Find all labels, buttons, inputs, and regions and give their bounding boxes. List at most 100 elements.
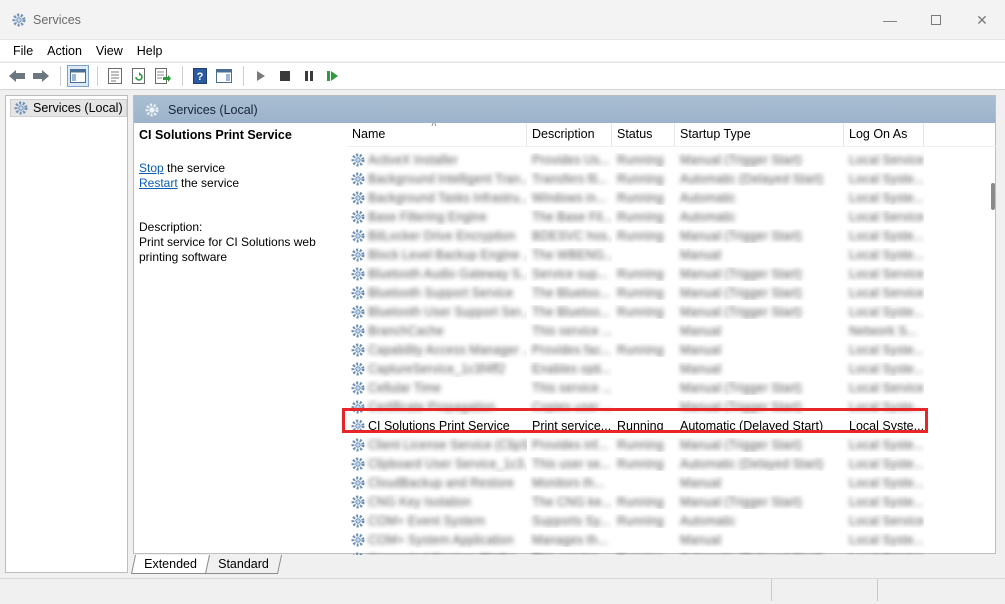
properties-button[interactable] xyxy=(104,65,126,87)
log-on-as-cell: Network S... xyxy=(849,323,918,338)
toolbar-separator xyxy=(97,66,98,86)
startup-type-cell: Manual xyxy=(680,247,721,262)
name-cell: CloudBackup and Restore xyxy=(347,475,527,491)
help-button[interactable]: ? xyxy=(189,65,211,87)
menu-file[interactable]: File xyxy=(6,44,40,58)
table-row[interactable]: Background Tasks Infrastru... Windows in.… xyxy=(347,188,997,207)
log-on-as-cell: Local Service xyxy=(849,152,924,167)
window-title: Services xyxy=(33,12,81,27)
tab-standard[interactable]: Standard xyxy=(204,555,282,574)
service-name: CloudBackup and Restore xyxy=(368,475,514,490)
table-row[interactable]: Cellular Time This service ... Manual (Tri… xyxy=(347,378,997,397)
service-gear-icon xyxy=(350,171,366,187)
name-cell: ActiveX Installer xyxy=(347,152,527,168)
table-row[interactable]: COM+ System Application Manages th... Manu… xyxy=(347,530,997,549)
restart-service-link[interactable]: Restart xyxy=(139,176,178,190)
table-row[interactable]: CloudBackup and Restore Monitors th... Man… xyxy=(347,473,997,492)
pause-service-button[interactable] xyxy=(298,65,320,87)
startup-type-cell: Automatic (Delayed Start) xyxy=(675,552,844,556)
table-row[interactable]: Bluetooth User Support Ser... The Bluetoo… xyxy=(347,302,997,321)
table-row[interactable]: Block Level Backup Engine ... The WBENG..… xyxy=(347,245,997,264)
service-name: Bluetooth Audio Gateway S... xyxy=(368,266,527,281)
minimize-button[interactable]: — xyxy=(867,0,913,40)
back-button[interactable] xyxy=(6,65,28,87)
menu-action[interactable]: Action xyxy=(40,44,89,58)
service-gear-icon xyxy=(350,285,366,301)
table-row[interactable]: CNG Key Isolation The CNG ke... Running Man… xyxy=(347,492,997,511)
startup-type-cell: Manual (Trigger Start) xyxy=(680,380,802,395)
table-row[interactable]: Base Filtering Engine The Base Fil... Runn… xyxy=(347,207,997,226)
table-row[interactable]: COM+ Event System Supports Sy... Running Au… xyxy=(347,511,997,530)
maximize-button[interactable] xyxy=(913,0,959,40)
selected-service-title: CI Solutions Print Service xyxy=(139,128,292,142)
restart-service-button[interactable] xyxy=(322,65,344,87)
tab-extended[interactable]: Extended xyxy=(130,555,210,574)
services-gear-icon xyxy=(145,103,159,116)
stop-service-link[interactable]: Stop xyxy=(139,161,164,175)
table-row[interactable]: Bluetooth Audio Gateway S... Service sup.… xyxy=(347,264,997,283)
column-startup-type[interactable]: Startup Type xyxy=(675,123,844,146)
menu-bar: File Action View Help xyxy=(0,40,1005,61)
menu-view[interactable]: View xyxy=(89,44,130,58)
table-row[interactable]: ActiveX Installer Provides Us... Running Ma… xyxy=(347,150,997,169)
forward-button[interactable] xyxy=(30,65,52,87)
table-row[interactable]: BitLocker Drive Encryption BDESVC hos... R… xyxy=(347,226,997,245)
start-service-button[interactable] xyxy=(250,65,272,87)
table-row[interactable]: BranchCache This service ... Manual Network… xyxy=(347,321,997,340)
startup-type-cell: Automatic xyxy=(680,513,736,528)
name-cell: Background Intelligent Tran... xyxy=(347,171,527,187)
toolbar-separator xyxy=(60,66,61,86)
table-row[interactable]: Background Intelligent Tran... Transfers … xyxy=(347,169,997,188)
stop-service-button[interactable] xyxy=(274,65,296,87)
status-separator xyxy=(877,579,878,601)
restart-icon xyxy=(327,71,338,81)
service-name: COM+ Event System xyxy=(368,513,486,528)
close-button[interactable]: ✕ xyxy=(959,0,1005,40)
show-hide-console-tree-button[interactable] xyxy=(67,65,89,87)
service-name: Capability Access Manager ... xyxy=(368,342,527,357)
table-row[interactable]: Connected Devices Platfor...This service… xyxy=(347,549,997,555)
log-on-as-cell: Local Service xyxy=(849,285,924,300)
status-cell: Running xyxy=(617,285,664,300)
log-on-as-cell: Local Syste... xyxy=(849,228,924,243)
description-cell: Windows in... xyxy=(532,190,607,205)
list-header: ˄ Name Description Status Startup Type Lo… xyxy=(347,123,997,147)
service-gear-icon xyxy=(350,437,366,453)
table-row[interactable]: Clipboard User Service_1c3... This user s… xyxy=(347,454,997,473)
menu-help[interactable]: Help xyxy=(130,44,170,58)
forward-arrow-icon xyxy=(33,70,49,82)
tree-item-label: Services (Local) xyxy=(33,101,123,115)
table-row[interactable]: Capability Access Manager ... Provides fa… xyxy=(347,340,997,359)
startup-type-cell: Automatic xyxy=(680,190,736,205)
startup-type-cell: Manual (Trigger Start) xyxy=(680,228,802,243)
tree-item-services-local[interactable]: Services (Local) xyxy=(10,99,127,117)
table-row[interactable]: Client License Service (ClipS... Provides… xyxy=(347,435,997,454)
restart-suffix: the service xyxy=(177,176,240,190)
column-name[interactable]: ˄ Name xyxy=(347,123,527,146)
tab-extended-label: Extended xyxy=(144,557,197,571)
status-cell: Running xyxy=(612,552,675,556)
status-cell: Running xyxy=(617,190,664,205)
refresh-button[interactable] xyxy=(128,65,150,87)
service-rows: ActiveX Installer Provides Us... Running Ma… xyxy=(347,150,997,555)
table-row[interactable]: CaptureService_1c3f4ff2 Enables opti... Ma… xyxy=(347,359,997,378)
service-gear-icon xyxy=(350,228,366,244)
description-cell: This service ... xyxy=(527,552,612,556)
startup-type-cell: Manual (Trigger Start) xyxy=(680,152,802,167)
description-cell: Service sup... xyxy=(532,266,608,281)
status-cell: Running xyxy=(617,513,664,528)
column-status[interactable]: Status xyxy=(612,123,675,146)
vertical-scrollbar[interactable] xyxy=(991,183,995,210)
service-name: Clipboard User Service_1c3... xyxy=(368,456,527,471)
startup-type-cell: Manual xyxy=(680,475,721,490)
startup-type-cell: Manual xyxy=(680,532,721,547)
service-name: COM+ System Application xyxy=(368,532,514,547)
log-on-as-cell: Local Syste... xyxy=(849,361,924,376)
export-list-button[interactable] xyxy=(152,65,174,87)
name-cell: Connected Devices Platfor... xyxy=(347,551,527,555)
column-log-on-as[interactable]: Log On As xyxy=(844,123,924,146)
highlight-box xyxy=(342,408,928,433)
show-hide-action-pane-button[interactable] xyxy=(213,65,235,87)
column-description[interactable]: Description xyxy=(527,123,612,146)
table-row[interactable]: Bluetooth Support Service The Bluetoo... R… xyxy=(347,283,997,302)
